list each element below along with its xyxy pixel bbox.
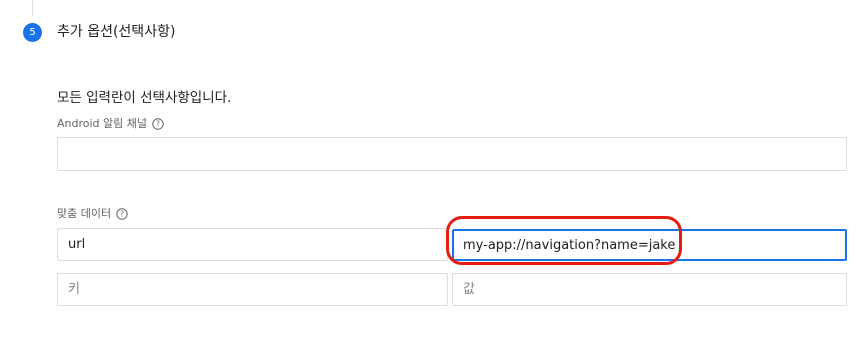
- step-number-badge: 5: [23, 23, 42, 42]
- help-circle-icon[interactable]: ?: [116, 208, 128, 220]
- section-description: 모든 입력란이 선택사항입니다.: [57, 90, 232, 106]
- custom-data-label: 맞춤 데이터: [57, 207, 112, 220]
- custom-data-label-group: 맞춤 데이터 ?: [57, 206, 128, 222]
- help-circle-icon[interactable]: ?: [152, 118, 164, 130]
- android-channel-label: Android 알림 채널: [57, 117, 148, 130]
- new-value-input[interactable]: [452, 273, 847, 306]
- step-connector-line: [32, 0, 33, 16]
- step-title: 추가 옵션(선택사항): [57, 24, 176, 40]
- android-channel-input[interactable]: [57, 137, 847, 171]
- custom-data-value-input[interactable]: [452, 229, 847, 261]
- custom-data-key-input[interactable]: [57, 228, 448, 261]
- svg-text:?: ?: [120, 210, 124, 219]
- android-channel-label-group: Android 알림 채널 ?: [57, 116, 164, 132]
- new-key-input[interactable]: [57, 273, 448, 306]
- svg-text:?: ?: [156, 120, 160, 129]
